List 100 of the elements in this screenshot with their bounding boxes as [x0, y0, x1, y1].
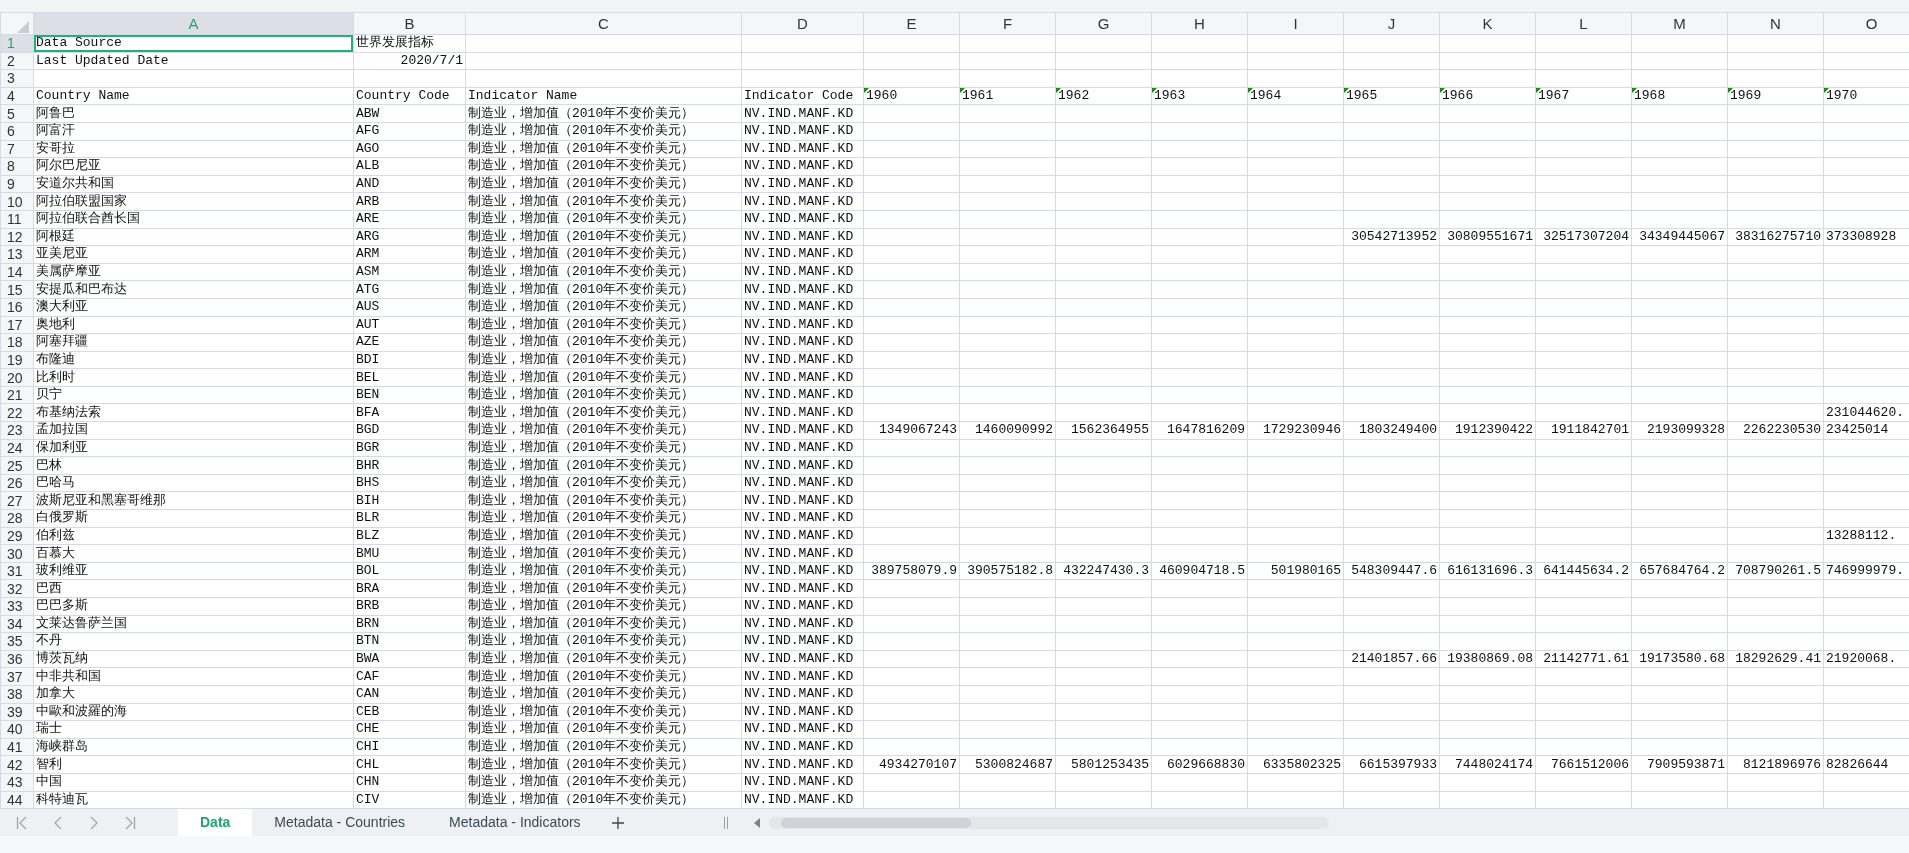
scrollbar-thumb[interactable]	[781, 817, 971, 828]
table-cell: 制造业，增加值（2010年不变价美元）	[465, 298, 742, 316]
table-cell: 孟加拉国	[33, 421, 354, 440]
table-cell: 32517307204	[1535, 228, 1632, 246]
table-cell: ARE	[353, 210, 466, 229]
table-cell: CHN	[353, 773, 466, 792]
horizontal-scrollbar[interactable]	[769, 816, 1329, 829]
table-cell: NV.IND.MANF.KD	[741, 386, 864, 404]
table-cell: 657684764.2	[1631, 562, 1728, 580]
table-cell: NV.IND.MANF.KD	[741, 597, 864, 616]
column-header[interactable]: F	[959, 12, 1056, 35]
table-cell: 阿拉伯联盟国家	[33, 192, 354, 211]
table-cell: BEN	[353, 386, 466, 404]
table-cell: BGR	[353, 439, 466, 457]
table-cell: NV.IND.MANF.KD	[741, 228, 864, 246]
table-cell: CHE	[353, 720, 466, 739]
table-cell: 制造业，增加值（2010年不变价美元）	[465, 351, 742, 369]
table-cell: NV.IND.MANF.KD	[741, 263, 864, 281]
skip-forward-icon[interactable]	[124, 815, 136, 830]
table-cell: 389758079.9	[863, 562, 960, 580]
table-cell: BMU	[353, 544, 466, 563]
column-header[interactable]: I	[1247, 12, 1344, 35]
table-cell: 6335802325	[1247, 755, 1344, 774]
table-cell: 21142771.61	[1535, 650, 1632, 668]
table-cell: 巴林	[33, 456, 354, 475]
table-cell: 巴哈马	[33, 474, 354, 492]
table-cell: 美属萨摩亚	[33, 263, 354, 281]
table-cell: 制造业，增加值（2010年不变价美元）	[465, 316, 742, 334]
table-cell: 1970	[1823, 87, 1909, 105]
table-cell: 制造业，增加值（2010年不变价美元）	[465, 509, 742, 528]
table-cell: 制造业，增加值（2010年不变价美元）	[465, 632, 742, 651]
table-cell: 阿塞拜疆	[33, 333, 354, 352]
table-cell: 501980165	[1247, 562, 1344, 580]
column-header[interactable]: B	[353, 12, 466, 35]
table-cell: NV.IND.MANF.KD	[741, 245, 864, 264]
table-cell: Country Name	[33, 87, 354, 105]
column-header[interactable]: H	[1151, 12, 1248, 35]
table-cell: 1729230946	[1247, 421, 1344, 440]
column-header[interactable]: G	[1055, 12, 1152, 35]
skip-back-icon[interactable]	[16, 815, 28, 830]
column-header[interactable]: J	[1343, 12, 1440, 35]
table-cell: BLR	[353, 509, 466, 528]
table-cell: BFA	[353, 403, 466, 422]
table-cell: 制造业，增加值（2010年不变价美元）	[465, 527, 742, 545]
table-cell: 7909593871	[1631, 755, 1728, 774]
table-cell: 波斯尼亚和黑塞哥维那	[33, 491, 354, 510]
table-cell: 中歐和波羅的海	[33, 703, 354, 721]
table-cell: 比利时	[33, 368, 354, 387]
sheet-tab[interactable]: Metadata - Countries	[252, 809, 428, 836]
table-cell: 制造业，增加值（2010年不变价美元）	[465, 368, 742, 387]
table-cell: 智利	[33, 755, 354, 774]
column-header[interactable]: N	[1727, 12, 1824, 35]
table-cell: NV.IND.MANF.KD	[741, 122, 864, 141]
table-cell: NV.IND.MANF.KD	[741, 738, 864, 756]
table-cell: 制造业，增加值（2010年不变价美元）	[465, 615, 742, 633]
table-cell: 390575182.8	[959, 562, 1056, 580]
table-cell: 博茨瓦纳	[33, 650, 354, 668]
table-cell: AGO	[353, 140, 466, 158]
table-cell: BOL	[353, 562, 466, 580]
chevron-left-icon[interactable]	[52, 815, 64, 830]
table-cell: 1969	[1727, 87, 1824, 105]
table-cell: 19380869.08	[1439, 650, 1536, 668]
sheet-tab[interactable]: Metadata - Indicators	[427, 809, 603, 836]
table-cell: CAN	[353, 685, 466, 704]
table-cell: 奥地利	[33, 316, 354, 334]
table-cell: 1349067243	[863, 421, 960, 440]
column-header[interactable]: K	[1439, 12, 1536, 35]
table-cell: Last Updated Date	[33, 52, 354, 70]
column-header[interactable]: M	[1631, 12, 1728, 35]
table-cell: 白俄罗斯	[33, 509, 354, 528]
table-cell: 21920068.	[1823, 650, 1909, 668]
table-cell: CAF	[353, 667, 466, 686]
column-header[interactable]: D	[741, 12, 864, 35]
table-cell: ARB	[353, 192, 466, 211]
table-cell: BRB	[353, 597, 466, 616]
table-cell: 制造业，增加值（2010年不变价美元）	[465, 439, 742, 457]
caret-left-icon[interactable]	[753, 817, 761, 828]
table-cell: NV.IND.MANF.KD	[741, 755, 864, 774]
table-cell: 1963	[1151, 87, 1248, 105]
table-cell: 安提瓜和巴布达	[33, 280, 354, 299]
chevron-right-icon[interactable]	[88, 815, 100, 830]
table-cell: 伯利兹	[33, 527, 354, 545]
table-cell: 19173580.68	[1631, 650, 1728, 668]
plus-icon[interactable]	[610, 816, 625, 831]
table-cell: BDI	[353, 351, 466, 369]
column-header[interactable]: C	[465, 12, 742, 35]
table-cell: 30542713952	[1343, 228, 1440, 246]
table-cell: ASM	[353, 263, 466, 281]
table-cell: AFG	[353, 122, 466, 141]
table-cell: NV.IND.MANF.KD	[741, 650, 864, 668]
table-cell: 制造业，增加值（2010年不变价美元）	[465, 544, 742, 563]
table-cell: 制造业，增加值（2010年不变价美元）	[465, 738, 742, 756]
table-cell: Indicator Name	[465, 87, 742, 105]
table-cell: 1647816209	[1151, 421, 1248, 440]
column-header[interactable]: E	[863, 12, 960, 35]
table-cell: Country Code	[353, 87, 466, 105]
drag-handle-icon[interactable]	[723, 816, 729, 829]
column-header[interactable]: O	[1823, 12, 1909, 35]
column-header[interactable]: L	[1535, 12, 1632, 35]
table-cell: NV.IND.MANF.KD	[741, 157, 864, 176]
